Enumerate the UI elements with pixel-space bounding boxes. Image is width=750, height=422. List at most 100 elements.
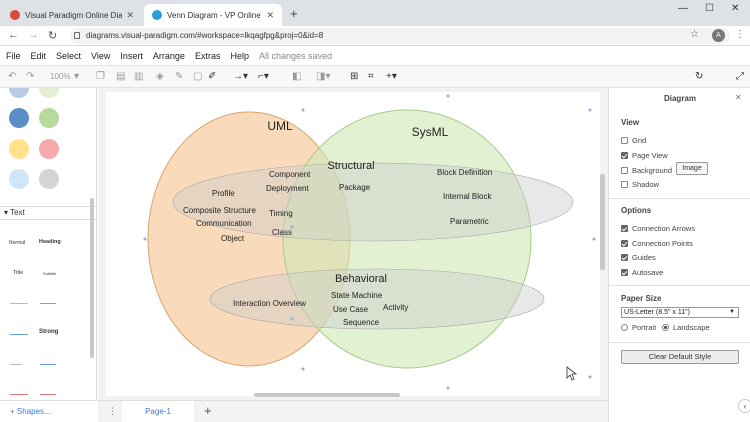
selection-handle[interactable]: [290, 317, 294, 321]
color-swatch[interactable]: [39, 169, 59, 189]
item-component[interactable]: Component: [269, 170, 311, 179]
close-panel-icon[interactable]: ✕: [735, 93, 742, 102]
color-swatch[interactable]: [39, 139, 59, 159]
menu-help[interactable]: Help: [230, 51, 249, 61]
waypoint-style-icon[interactable]: ⌐▾: [258, 71, 269, 82]
guides-checkbox[interactable]: Guides: [621, 253, 656, 262]
close-tab-icon[interactable]: ✕: [126, 10, 134, 21]
browser-tab-venn[interactable]: Venn Diagram - VP Online ✕: [144, 4, 282, 26]
background-checkbox[interactable]: Background: [621, 166, 672, 175]
background-image-button[interactable]: Image: [676, 162, 708, 175]
item-parametric[interactable]: Parametric: [450, 217, 489, 226]
page-view-checkbox[interactable]: Page View: [621, 151, 668, 160]
delete-icon[interactable]: ▥: [134, 71, 143, 82]
text-style-sample[interactable]: [10, 364, 22, 365]
item-internal-block[interactable]: Internal Block: [443, 192, 492, 201]
browser-tab-vp-online[interactable]: Visual Paradigm Online Diagram ✕: [2, 4, 142, 26]
browser-menu-icon[interactable]: ⋮: [735, 29, 745, 40]
to-back-icon[interactable]: ◨▾: [316, 71, 330, 82]
item-package[interactable]: Package: [339, 183, 371, 192]
close-tab-icon[interactable]: ✕: [266, 10, 274, 21]
autosave-checkbox[interactable]: Autosave: [621, 268, 663, 277]
shadow-checkbox[interactable]: Shadow: [621, 180, 659, 189]
line-color-icon[interactable]: ✎: [175, 71, 183, 82]
text-style-title[interactable]: Title: [13, 270, 23, 276]
text-style-sample[interactable]: [10, 334, 28, 335]
menu-arrange[interactable]: Arrange: [153, 51, 185, 61]
item-object[interactable]: Object: [221, 234, 245, 243]
selection-handle[interactable]: [301, 367, 305, 371]
refresh-icon[interactable]: ↻: [695, 71, 703, 82]
menu-insert[interactable]: Insert: [120, 51, 143, 61]
to-front-icon[interactable]: ◧: [292, 71, 301, 82]
color-swatch[interactable]: [9, 88, 29, 98]
text-style-normal[interactable]: Normal: [9, 240, 25, 246]
checkbox[interactable]: [621, 225, 628, 232]
color-swatch[interactable]: [9, 108, 29, 128]
item-sequence[interactable]: Sequence: [343, 318, 380, 327]
clear-default-style-button[interactable]: Clear Default Style: [621, 350, 739, 364]
canvas-horizontal-scrollbar[interactable]: [254, 393, 400, 397]
shadow-icon[interactable]: ▢: [193, 71, 202, 82]
color-swatch[interactable]: [39, 108, 59, 128]
crop-icon[interactable]: ⌗: [368, 71, 374, 82]
item-deployment[interactable]: Deployment: [266, 184, 309, 193]
selection-handle[interactable]: [588, 108, 592, 112]
radio[interactable]: [662, 324, 669, 331]
selection-handle[interactable]: [592, 237, 596, 241]
canvas-vertical-scrollbar[interactable]: [600, 174, 605, 270]
fullscreen-icon[interactable]: ⤢: [736, 71, 744, 82]
selection-handle[interactable]: [301, 108, 305, 112]
radio[interactable]: [621, 324, 628, 331]
menu-file[interactable]: File: [6, 51, 21, 61]
page-menu-icon[interactable]: ⋮: [108, 406, 117, 417]
portrait-radio[interactable]: Portrait: [621, 323, 656, 332]
panel-scrollbar[interactable]: [90, 198, 94, 358]
color-swatch[interactable]: [9, 169, 29, 189]
page-tab-current[interactable]: Page-1: [122, 401, 194, 422]
color-swatch[interactable]: [9, 139, 29, 159]
copy-icon[interactable]: ❐: [96, 71, 105, 82]
text-section-header[interactable]: ▾ Text: [0, 206, 96, 220]
minimize-icon[interactable]: —: [678, 3, 688, 14]
insert-icon[interactable]: +▾: [386, 71, 397, 82]
item-state-machine[interactable]: State Machine: [331, 291, 383, 300]
text-style-sample[interactable]: [40, 303, 56, 304]
selection-handle[interactable]: [446, 94, 450, 98]
checkbox[interactable]: [621, 240, 628, 247]
menu-edit[interactable]: Edit: [31, 51, 47, 61]
checkbox[interactable]: [621, 152, 628, 159]
selection-handle[interactable]: [588, 375, 592, 379]
connection-arrows-checkbox[interactable]: Connection Arrows: [621, 224, 695, 233]
item-block-definition[interactable]: Block Definition: [437, 168, 492, 177]
item-use-case[interactable]: Use Case: [333, 305, 369, 314]
item-activity[interactable]: Activity: [383, 303, 408, 312]
text-style-sample[interactable]: [40, 364, 56, 365]
zoom-select[interactable]: 100%: [50, 72, 70, 81]
paste-icon[interactable]: ▤: [116, 71, 125, 82]
text-style-sample[interactable]: [10, 394, 28, 395]
structural-band[interactable]: [172, 162, 574, 242]
item-composite-structure[interactable]: Composite Structure: [183, 206, 256, 215]
checkbox[interactable]: [621, 269, 628, 276]
landscape-radio[interactable]: Landscape: [662, 323, 710, 332]
text-style-sample[interactable]: [10, 303, 28, 304]
diagram-page[interactable]: UML SysML Structural Behavioral Profile …: [106, 92, 600, 396]
fill-color-icon[interactable]: ◈: [156, 71, 164, 82]
menu-view[interactable]: View: [91, 51, 110, 61]
menu-extras[interactable]: Extras: [195, 51, 221, 61]
item-communication[interactable]: Communication: [196, 219, 252, 228]
undo-icon[interactable]: ↶: [8, 71, 16, 82]
text-style-heading[interactable]: Heading: [39, 239, 61, 245]
collapse-panel-icon[interactable]: ‹: [738, 399, 750, 413]
format-painter-icon[interactable]: ✐: [208, 71, 216, 82]
grid-toggle-icon[interactable]: ⊞: [350, 71, 358, 82]
back-icon[interactable]: ←: [8, 29, 19, 41]
checkbox[interactable]: [621, 254, 628, 261]
new-tab-button[interactable]: +: [290, 6, 298, 21]
bookmark-star-icon[interactable]: ☆: [690, 29, 699, 40]
item-class[interactable]: Class: [272, 228, 292, 237]
item-interaction-overview[interactable]: Interaction Overview: [233, 299, 306, 308]
profile-avatar[interactable]: A: [712, 29, 725, 42]
selection-handle[interactable]: [143, 237, 147, 241]
